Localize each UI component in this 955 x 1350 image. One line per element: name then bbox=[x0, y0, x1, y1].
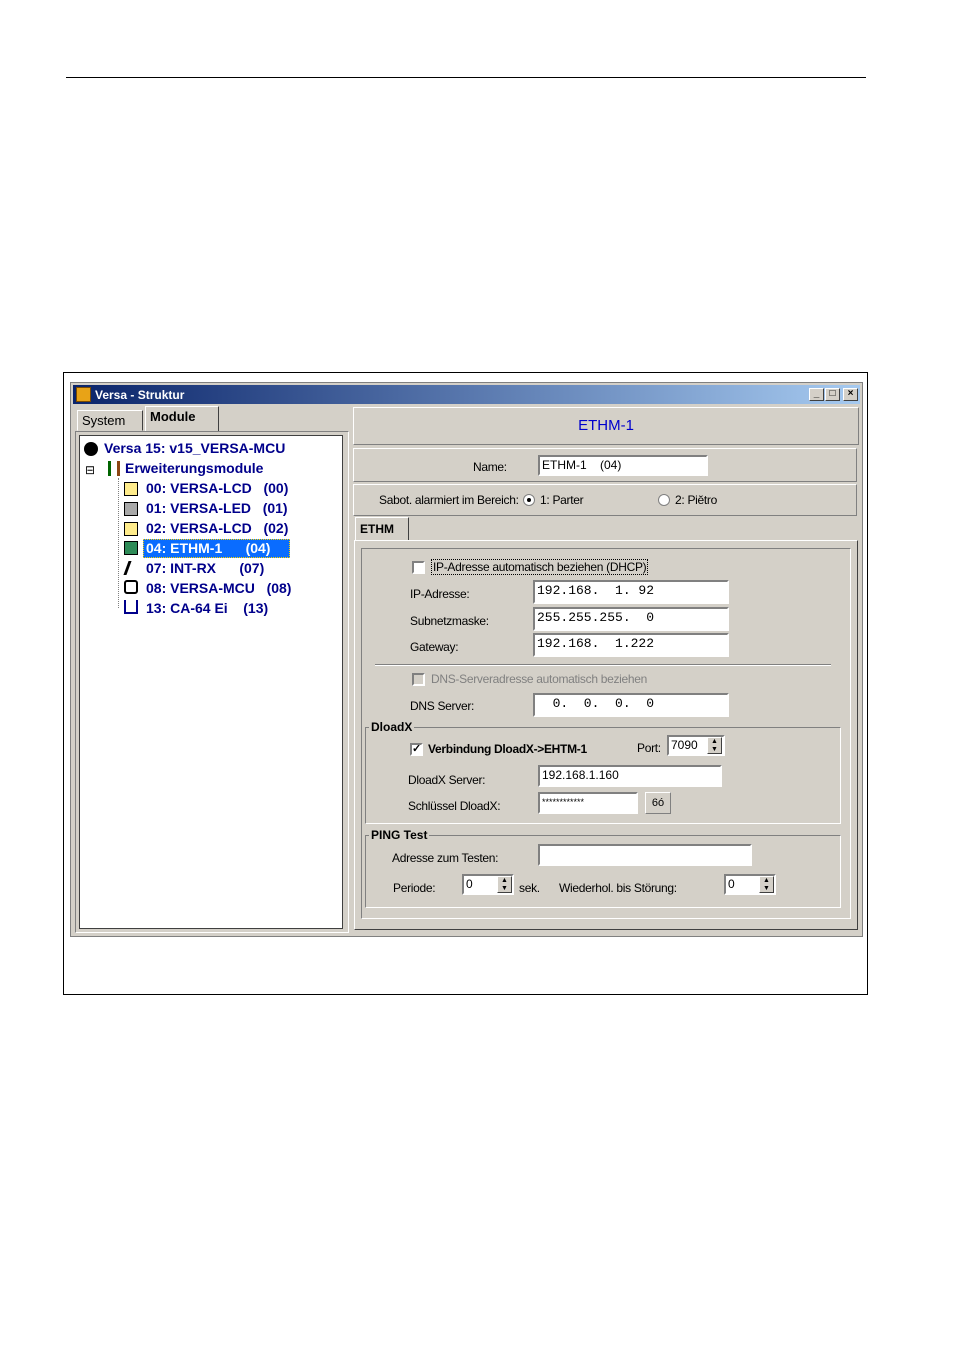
page-header-rule bbox=[66, 77, 866, 78]
name-label: Name: bbox=[473, 460, 507, 474]
ping-title: PING Test bbox=[369, 828, 430, 842]
tree-item[interactable]: 00: VERSA-LCD (00) bbox=[146, 480, 288, 496]
dloadx-server-label: DloadX Server: bbox=[408, 773, 486, 787]
dloadx-title: DloadX bbox=[369, 720, 415, 734]
dhcp-checkbox[interactable] bbox=[412, 561, 425, 574]
panel-header: ETHM-1 bbox=[353, 407, 859, 445]
tab-ethm[interactable]: ETHM bbox=[355, 517, 409, 541]
period-spinner[interactable]: ▲ ▼ bbox=[497, 876, 512, 893]
ip-input[interactable]: 192.168. 1. 92 bbox=[533, 580, 729, 604]
tree-item[interactable]: 02: VERSA-LCD (02) bbox=[146, 520, 288, 536]
tab-module[interactable]: Module bbox=[145, 406, 219, 432]
area1-label[interactable]: 1: Parter bbox=[540, 493, 584, 507]
radio-module-icon bbox=[124, 580, 138, 594]
dloadx-server-input[interactable]: 192.168.1.160 bbox=[538, 765, 722, 787]
dns-auto-checkbox[interactable] bbox=[412, 673, 425, 686]
ethm-tab-page: IP-Adresse automatisch beziehen (DHCP) I… bbox=[354, 540, 858, 930]
tree-item-selected[interactable]: 04: ETHM-1 (04) bbox=[146, 540, 270, 556]
tree-group[interactable]: Erweiterungsmodule bbox=[125, 460, 263, 476]
dloadx-connection-label[interactable]: Verbindung DloadX->EHTM-1 bbox=[428, 742, 587, 756]
mask-label: Subnetzmaske: bbox=[410, 614, 489, 628]
tree-root[interactable]: Versa 15: v15_VERSA-MCU bbox=[104, 440, 285, 456]
dns-auto-label[interactable]: DNS-Serveradresse automatisch beziehen bbox=[431, 672, 647, 686]
ethernet-module-icon bbox=[124, 541, 138, 555]
tree-panel: Versa 15: v15_VERSA-MCU ⊟ Erweiterungsmo… bbox=[75, 431, 349, 933]
ping-address-input[interactable] bbox=[538, 844, 752, 866]
ping-address-label: Adresse zum Testen: bbox=[392, 851, 499, 865]
area2-radio[interactable] bbox=[658, 494, 670, 506]
dhcp-label[interactable]: IP-Adresse automatisch beziehen (DHCP) bbox=[431, 559, 649, 575]
dns-label: DNS Server: bbox=[410, 699, 475, 713]
repeat-label: Wiederhol. bis Störung: bbox=[559, 881, 677, 895]
tree-item[interactable]: 07: INT-RX (07) bbox=[146, 560, 264, 576]
period-label: Periode: bbox=[393, 881, 436, 895]
divider bbox=[375, 664, 831, 666]
tree-item[interactable]: 01: VERSA-LED (01) bbox=[146, 500, 288, 516]
app-icon bbox=[76, 387, 91, 402]
title-bar[interactable]: Versa - Struktur _ □ × bbox=[73, 385, 860, 404]
dns-input[interactable]: 0. 0. 0. 0 bbox=[533, 693, 729, 717]
sun-icon bbox=[84, 442, 98, 456]
keypad-icon bbox=[124, 482, 138, 496]
ethm-inner-panel: IP-Adresse automatisch beziehen (DHCP) I… bbox=[361, 548, 851, 919]
repeat-spinner[interactable]: ▲ ▼ bbox=[759, 876, 774, 893]
mask-input[interactable]: 255.255.255. 0 bbox=[533, 607, 729, 631]
module-title: ETHM-1 bbox=[578, 417, 634, 434]
tree-item[interactable]: 08: VERSA-MCU (08) bbox=[146, 580, 291, 596]
window-title: Versa - Struktur bbox=[95, 388, 185, 402]
led-keypad-icon bbox=[124, 502, 138, 516]
area2-label[interactable]: 2: Piĕtro bbox=[675, 493, 717, 507]
close-button[interactable]: × bbox=[843, 388, 858, 401]
minimize-button[interactable]: _ bbox=[809, 388, 824, 401]
wireless-receiver-icon bbox=[123, 561, 141, 575]
area1-radio[interactable] bbox=[523, 494, 535, 506]
sabot-label: Sabot. alarmiert im Bereich: bbox=[379, 493, 519, 507]
show-key-button[interactable]: 6ó bbox=[645, 792, 671, 814]
sabot-row: Sabot. alarmiert im Bereich: 1: Parter 2… bbox=[353, 484, 857, 516]
dloadx-key-label: Schlüssel DloadX: bbox=[408, 799, 501, 813]
tab-system[interactable]: System bbox=[77, 410, 143, 431]
modules-icon bbox=[108, 461, 120, 476]
port-label: Port: bbox=[637, 741, 661, 755]
maximize-button[interactable]: □ bbox=[825, 388, 840, 401]
dloadx-key-input[interactable]: ************ bbox=[538, 792, 638, 814]
ip-label: IP-Adresse: bbox=[410, 587, 470, 601]
versa-window: Versa - Struktur _ □ × System Module Ver… bbox=[70, 382, 863, 937]
tree-item[interactable]: 13: CA-64 Ei (13) bbox=[146, 600, 268, 616]
seconds-label: sek. bbox=[519, 881, 540, 895]
name-input[interactable]: ETHM-1 (04) bbox=[538, 455, 708, 476]
bus-module-icon bbox=[124, 600, 138, 614]
dloadx-connection-checkbox[interactable]: ✓ bbox=[410, 743, 423, 756]
port-spinner[interactable]: ▲ ▼ bbox=[707, 737, 722, 754]
tree-view[interactable]: Versa 15: v15_VERSA-MCU ⊟ Erweiterungsmo… bbox=[79, 435, 343, 929]
name-row: Name: ETHM-1 (04) bbox=[353, 448, 857, 482]
collapse-icon[interactable]: ⊟ bbox=[85, 463, 95, 477]
gateway-label: Gateway: bbox=[410, 640, 459, 654]
tree-connector bbox=[118, 478, 119, 608]
keypad-icon bbox=[124, 522, 138, 536]
gateway-input[interactable]: 192.168. 1.222 bbox=[533, 633, 729, 657]
